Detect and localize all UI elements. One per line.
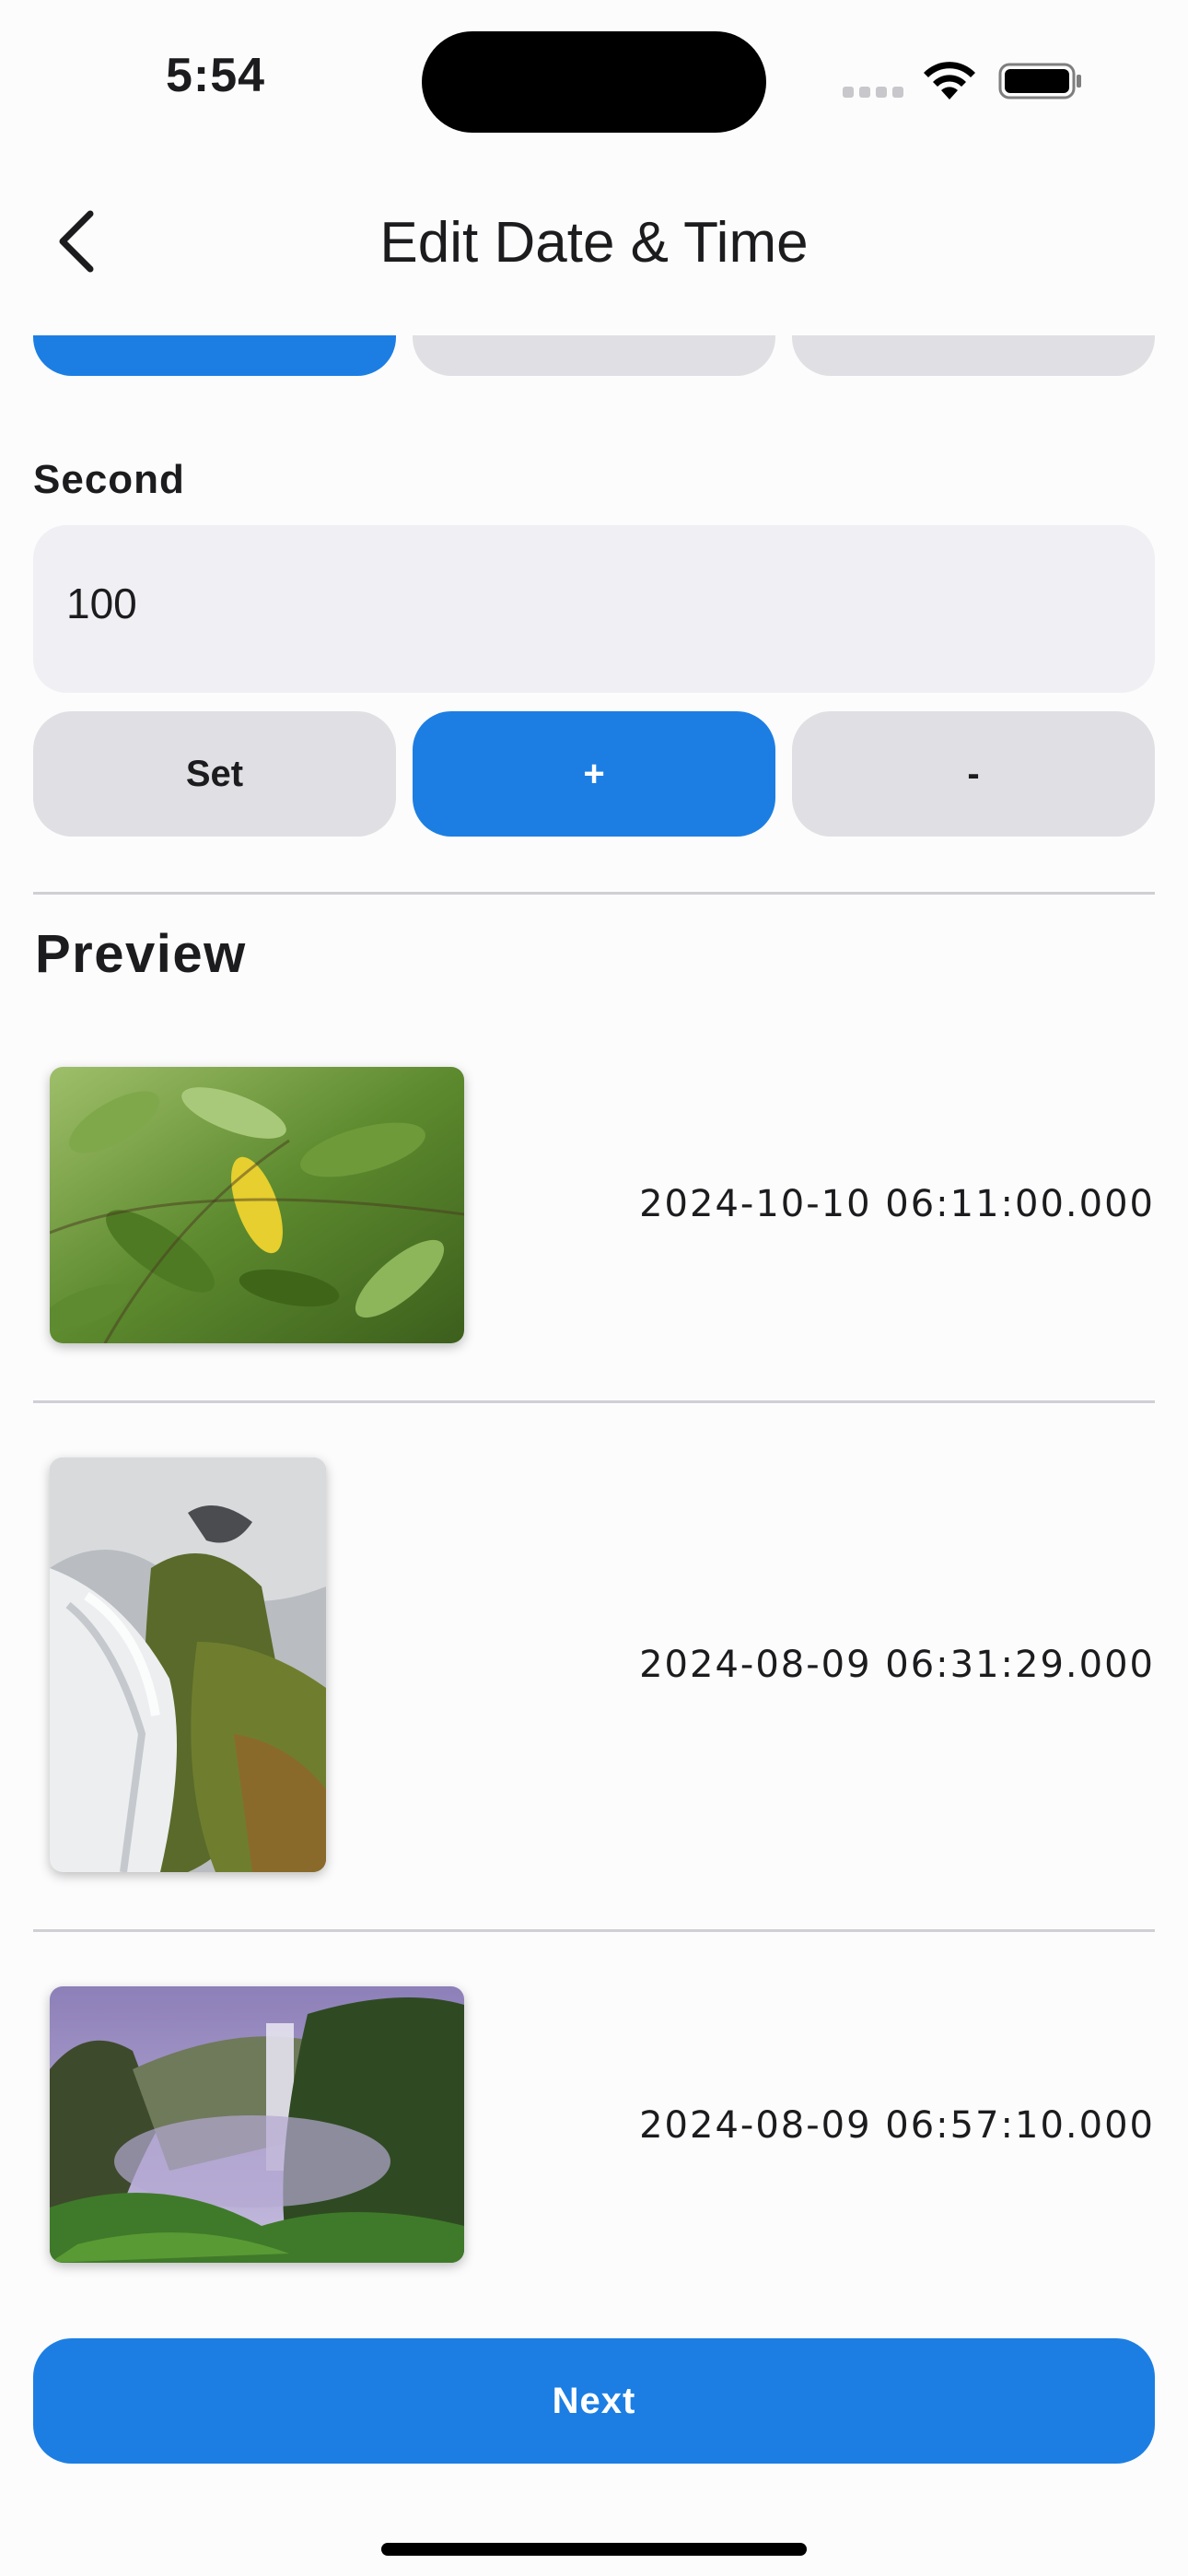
wifi-icon: [924, 62, 975, 100]
status-time: 5:54: [166, 49, 266, 102]
preview-divider: [33, 1400, 1155, 1403]
preview-divider: [33, 1929, 1155, 1932]
preview-date-3: 2024-08-09 06:57:10.000: [639, 2104, 1155, 2147]
preview-date-2: 2024-08-09 06:31:29.000: [639, 1644, 1155, 1686]
screen: 5:54 Edit Date & Time Second Set + - Pre…: [0, 0, 1188, 2576]
second-input[interactable]: [66, 579, 1079, 628]
set-button[interactable]: Set: [33, 711, 396, 837]
battery-icon: [998, 63, 1081, 100]
second-label: Second: [33, 457, 185, 502]
plus-button[interactable]: +: [413, 711, 775, 837]
second-input-container[interactable]: [33, 525, 1155, 693]
dynamic-island: [422, 31, 766, 133]
minus-button[interactable]: -: [792, 711, 1155, 837]
section-divider: [33, 892, 1155, 895]
home-indicator[interactable]: [381, 2543, 807, 2556]
page-title: Edit Date & Time: [379, 211, 809, 275]
preview-title: Preview: [35, 924, 247, 984]
next-button[interactable]: Next: [33, 2338, 1155, 2464]
preview-date-1: 2024-10-10 06:11:00.000: [639, 1183, 1155, 1225]
preview-thumbnail-3: [50, 1986, 464, 2263]
cellular-signal-icon: [843, 87, 903, 98]
preview-thumbnail-1: [50, 1067, 464, 1343]
preview-thumbnail-2: [50, 1458, 326, 1872]
